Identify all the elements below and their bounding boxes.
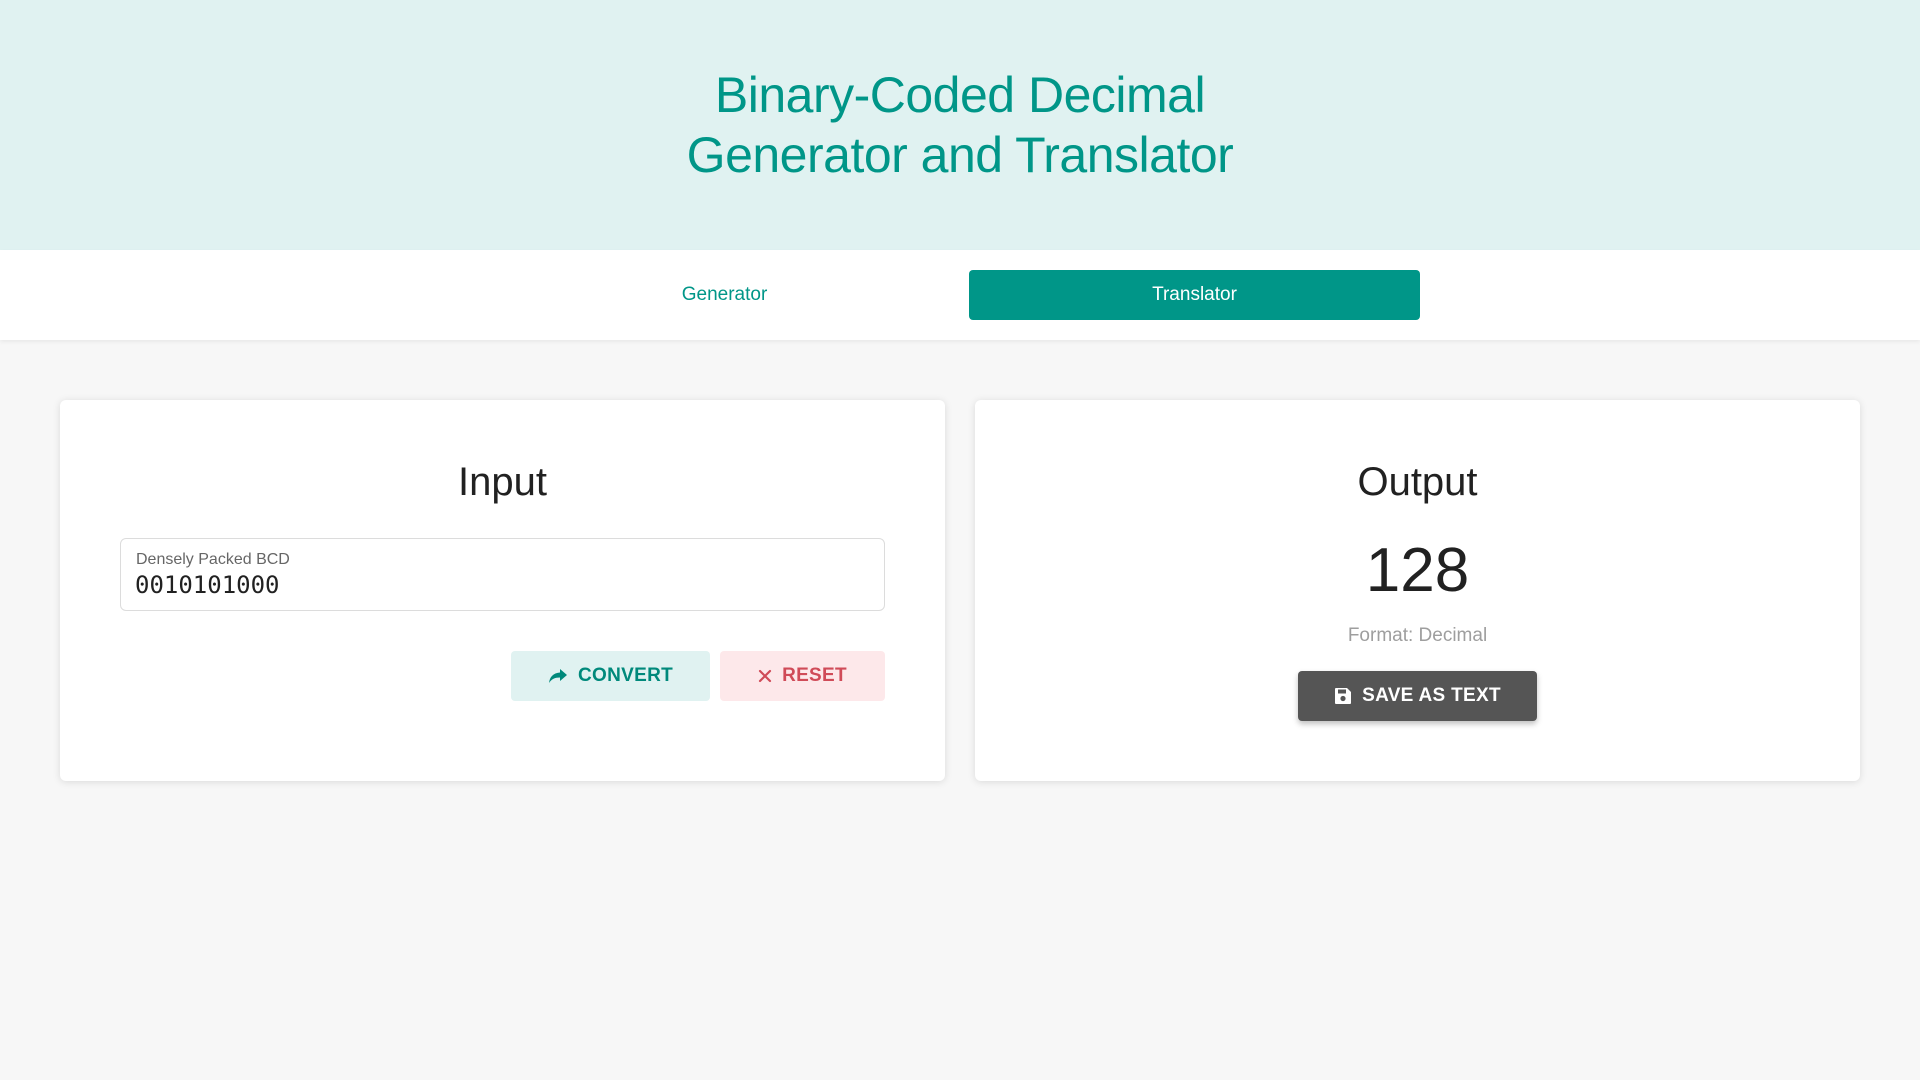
close-icon	[758, 669, 772, 683]
tab-generator[interactable]: Generator	[499, 270, 950, 320]
save-label: SAVE AS TEXT	[1362, 685, 1501, 706]
reset-button[interactable]: RESET	[720, 651, 885, 701]
convert-button[interactable]: CONVERT	[511, 651, 710, 701]
floppy-disk-icon	[1334, 687, 1352, 705]
tab-bar: Generator Translator	[0, 250, 1920, 340]
save-as-text-button[interactable]: SAVE AS TEXT	[1298, 671, 1537, 721]
input-card-title: Input	[458, 460, 547, 504]
page-title-line1: Binary-Coded Decimal	[714, 67, 1206, 123]
page-header: Binary-Coded Decimal Generator and Trans…	[0, 0, 1920, 250]
reset-label: RESET	[782, 665, 847, 686]
page-title-line2: Generator and Translator	[686, 127, 1234, 183]
page-title: Binary-Coded Decimal Generator and Trans…	[610, 65, 1310, 185]
result-value: 128	[1365, 536, 1470, 605]
bcd-input[interactable]	[135, 571, 865, 599]
bcd-input-field[interactable]: Densely Packed BCD	[120, 538, 885, 611]
output-card: Output 128 Format: Decimal SAVE AS TEXT	[975, 400, 1860, 781]
tab-translator[interactable]: Translator	[969, 270, 1420, 320]
bcd-input-label: Densely Packed BCD	[136, 551, 290, 568]
result-format: Format: Decimal	[1347, 625, 1488, 646]
share-arrow-icon	[548, 668, 568, 684]
input-card: Input Densely Packed BCD CONVERT RESET	[60, 400, 945, 781]
convert-label: CONVERT	[578, 665, 673, 686]
output-card-title: Output	[1357, 460, 1478, 504]
